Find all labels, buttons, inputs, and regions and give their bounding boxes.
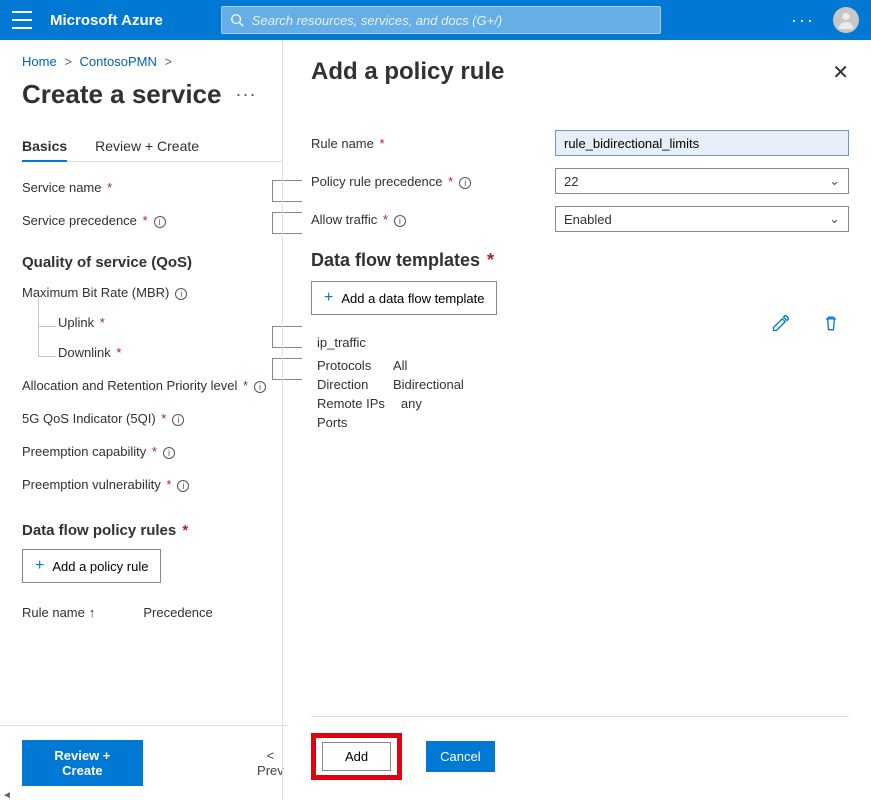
input-rule-name[interactable] — [555, 130, 849, 156]
label-rule-precedence: Policy rule precedence *i — [311, 174, 555, 189]
page-title: Create a service — [22, 79, 221, 110]
label-service-name: Service name * — [22, 180, 112, 195]
heading-policy-rules: Data flow policy rules * — [22, 522, 282, 539]
label-5qi: 5G QoS Indicator (5QI) *i — [22, 411, 184, 426]
chevron-down-icon: ⌄ — [829, 173, 840, 189]
col-rule-name[interactable]: Rule name ↑ — [22, 605, 95, 620]
plus-icon: + — [324, 289, 333, 307]
azure-top-bar: Microsoft Azure ··· — [0, 0, 871, 40]
label-service-precedence: Service precedence *i — [22, 213, 166, 228]
breadcrumb-home[interactable]: Home — [22, 54, 57, 69]
edit-icon[interactable] — [771, 313, 791, 333]
label-downlink: Downlink * — [58, 345, 121, 360]
cancel-button[interactable]: Cancel — [426, 741, 494, 772]
plus-icon: + — [35, 557, 44, 575]
user-avatar[interactable] — [833, 7, 859, 33]
menu-icon[interactable] — [12, 11, 32, 29]
info-icon[interactable]: i — [177, 480, 189, 492]
info-icon[interactable]: i — [254, 381, 266, 393]
scroll-left-icon[interactable]: ◄ — [2, 790, 12, 801]
add-policy-rule-panel: Add a policy rule ✕ Rule name * Policy r… — [282, 40, 871, 800]
col-precedence[interactable]: Precedence — [143, 605, 212, 620]
info-icon[interactable]: i — [459, 177, 471, 189]
add-button-highlight: Add — [311, 733, 402, 780]
global-search[interactable] — [221, 6, 661, 34]
tab-review-create[interactable]: Review + Create — [95, 138, 199, 162]
person-icon — [835, 9, 857, 31]
select-rule-precedence[interactable]: 22⌄ — [555, 168, 849, 194]
breadcrumb-contosopmn[interactable]: ContosoPMN — [80, 54, 157, 69]
info-icon[interactable]: i — [154, 216, 166, 228]
select-allow-traffic[interactable]: Enabled⌄ — [555, 206, 849, 232]
tab-basics[interactable]: Basics — [22, 138, 67, 162]
brand-label: Microsoft Azure — [50, 12, 163, 29]
breadcrumb: Home > ContosoPMN > — [22, 54, 282, 69]
create-service-footer: Review + Create < Prev — [0, 725, 288, 800]
overflow-icon[interactable]: ··· — [791, 10, 815, 31]
chevron-down-icon: ⌄ — [829, 211, 840, 227]
review-create-button[interactable]: Review + Create — [22, 740, 143, 786]
data-flow-template-item: ip_traffic ProtocolsAll DirectionBidirec… — [317, 335, 464, 434]
delete-icon[interactable] — [821, 313, 841, 333]
policy-rule-table-header: Rule name ↑ Precedence — [22, 605, 282, 620]
heading-qos: Quality of service (QoS) — [22, 254, 282, 271]
label-mbr: Maximum Bit Rate (MBR)i — [22, 285, 187, 300]
panel-footer: Add Cancel — [311, 716, 849, 800]
template-name: ip_traffic — [317, 335, 464, 350]
label-uplink: Uplink * — [58, 315, 105, 330]
sort-up-icon: ↑ — [89, 605, 96, 620]
label-preempt-cap: Preemption capability *i — [22, 444, 175, 459]
label-preempt-vul: Preemption vulnerability *i — [22, 477, 189, 492]
panel-title: Add a policy rule — [311, 58, 504, 86]
search-icon — [230, 13, 244, 27]
info-icon[interactable]: i — [175, 288, 187, 300]
add-button[interactable]: Add — [322, 742, 391, 771]
add-data-flow-template-button[interactable]: +Add a data flow template — [311, 281, 497, 315]
global-search-input[interactable] — [252, 13, 652, 28]
info-icon[interactable]: i — [172, 414, 184, 426]
heading-data-flow-templates: Data flow templates * — [311, 250, 849, 271]
label-allow-traffic: Allow traffic *i — [311, 212, 555, 227]
label-arp: Allocation and Retention Priority level … — [22, 378, 266, 393]
add-policy-rule-button[interactable]: +Add a policy rule — [22, 549, 161, 583]
create-service-blade: Home > ContosoPMN > Create a service ···… — [0, 40, 282, 800]
tabs: Basics Review + Create — [22, 138, 282, 162]
more-actions-icon[interactable]: ··· — [235, 84, 256, 105]
label-rule-name: Rule name * — [311, 136, 555, 151]
info-icon[interactable]: i — [163, 447, 175, 459]
info-icon[interactable]: i — [394, 215, 406, 227]
close-button[interactable]: ✕ — [832, 60, 849, 85]
